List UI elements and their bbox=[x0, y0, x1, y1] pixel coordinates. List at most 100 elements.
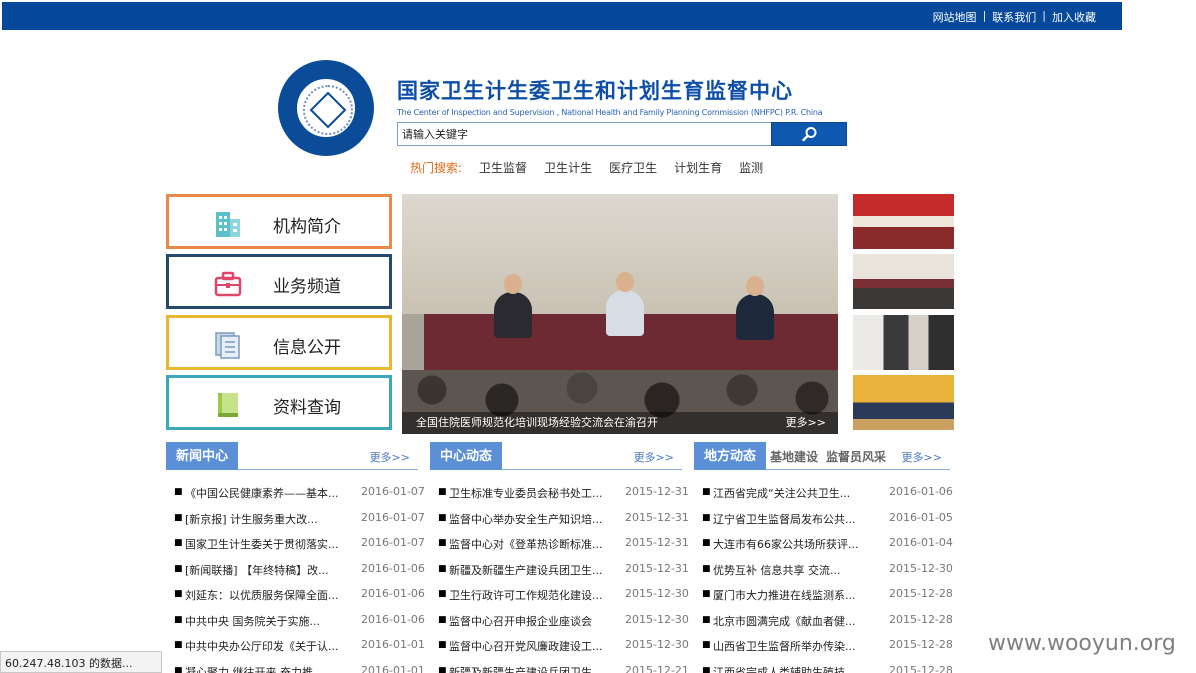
news-item[interactable]: ■ 新疆及新疆生产建设兵团卫生... 2015-12-21 bbox=[430, 661, 689, 673]
hot-keyword[interactable]: 卫生监督 bbox=[479, 159, 527, 176]
news-item[interactable]: ■ 厦门市大力推进在线监测系... 2015-12-28 bbox=[694, 584, 953, 610]
news-title: 大连市有66家公共场所获评... bbox=[713, 538, 859, 551]
news-item[interactable]: ■ 国家卫生计生委关于贯彻落实... 2016-01-07 bbox=[166, 533, 425, 559]
slide-caption[interactable]: 全国住院医师规范化培训现场经验交流会在渝召开 bbox=[416, 414, 658, 430]
news-item[interactable]: ■ 监督中心召开申报企业座谈会 2015-12-30 bbox=[430, 610, 689, 636]
news-item[interactable]: ■ 监督中心对《登革热诊断标准... 2015-12-31 bbox=[430, 533, 689, 559]
book-icon bbox=[218, 393, 238, 417]
slide-thumbnail[interactable] bbox=[853, 315, 954, 370]
news-item[interactable]: ■ 监督中心举办安全生产知识培... 2015-12-31 bbox=[430, 508, 689, 534]
news-date: 2016-01-07 bbox=[361, 510, 425, 524]
news-title: 卫生行政许可工作规范化建设... bbox=[449, 589, 603, 602]
bullet-icon: ■ bbox=[438, 563, 447, 574]
bullet-icon: ■ bbox=[438, 665, 447, 673]
news-date: 2016-01-06 bbox=[361, 587, 425, 600]
briefcase-icon bbox=[214, 271, 242, 297]
news-date: 2015-12-28 bbox=[889, 638, 953, 651]
slide-thumbnail[interactable] bbox=[853, 254, 954, 309]
tab-news-center[interactable]: 新闻中心 bbox=[166, 442, 239, 470]
news-item[interactable]: ■ 中共中央 国务院关于实施... 2016-01-06 bbox=[166, 610, 425, 636]
news-item[interactable]: ■ 辽宁省卫生监督局发布公共... 2016-01-05 bbox=[694, 508, 953, 534]
news-title: 中共中央 国务院关于实施... bbox=[185, 614, 320, 628]
news-title: 北京市圆满完成《献血者健... bbox=[713, 614, 856, 628]
site-title: 国家卫生计生委卫生和计划生育监督中心 bbox=[397, 79, 793, 103]
news-item[interactable]: ■ [新闻联播] 【年终特稿】改... 2016-01-06 bbox=[166, 559, 425, 585]
bullet-icon: ■ bbox=[702, 563, 711, 574]
news-title: 《中国公民健康素养——基本... bbox=[185, 487, 339, 500]
news-item[interactable]: ■ 山西省卫生监督所举办传染... 2015-12-28 bbox=[694, 635, 953, 661]
more-link[interactable]: 更多>> bbox=[370, 449, 410, 465]
hot-keyword[interactable]: 医疗卫生 bbox=[609, 159, 657, 176]
news-item[interactable]: ■ 凝心聚力 继往开来 奋力推... 2016-01-01 bbox=[166, 661, 425, 673]
news-date: 2016-01-04 bbox=[889, 536, 953, 549]
news-title: 新疆及新疆生产建设兵团卫生... bbox=[449, 563, 603, 577]
nav-box-query[interactable]: 资料查询 bbox=[166, 375, 392, 430]
bullet-icon: ■ bbox=[438, 589, 447, 599]
news-date: 2015-12-21 bbox=[625, 663, 689, 673]
hot-keyword[interactable]: 计划生育 bbox=[674, 159, 722, 176]
news-item[interactable]: ■ 监督中心召开党风廉政建设工... 2015-12-30 bbox=[430, 635, 689, 661]
news-item[interactable]: ■ 新疆及新疆生产建设兵团卫生... 2015-12-31 bbox=[430, 559, 689, 585]
bullet-icon: ■ bbox=[702, 487, 711, 497]
news-item[interactable]: ■ 江西省完成“关注公共卫生... 2016-01-06 bbox=[694, 482, 953, 508]
slide-photo-person bbox=[606, 290, 644, 336]
bullet-icon: ■ bbox=[174, 589, 183, 599]
slide-photo-person bbox=[736, 294, 774, 340]
tab-local-news[interactable]: 地方动态 bbox=[694, 442, 767, 470]
section-header: 新闻中心 更多>> bbox=[166, 442, 418, 470]
sitemap-link[interactable]: 网站地图 bbox=[933, 9, 977, 25]
news-list: ■ 《中国公民健康素养——基本... 2016-01-07 ■ [新京报] 计生服务重… bbox=[166, 482, 425, 673]
nav-box-label: 业务频道 bbox=[273, 277, 341, 297]
tab-inspector-profiles[interactable]: 监督员风采 bbox=[826, 448, 886, 465]
search-button[interactable] bbox=[771, 122, 847, 146]
contact-link[interactable]: 联系我们 bbox=[992, 9, 1036, 25]
news-date: 2015-12-28 bbox=[889, 612, 953, 626]
bullet-icon: ■ bbox=[702, 589, 711, 599]
nhfpc-emblem-logo[interactable] bbox=[278, 60, 374, 156]
news-title: 优势互补 信息共享 交流... bbox=[713, 563, 841, 577]
news-list: ■ 江西省完成“关注公共卫生... 2016-01-06 ■ 辽宁省卫生监督局发布公共… bbox=[694, 482, 953, 673]
nav-box-label: 资料查询 bbox=[273, 398, 341, 418]
tab-center-news[interactable]: 中心动态 bbox=[430, 442, 503, 470]
news-item[interactable]: ■ 《中国公民健康素养——基本... 2016-01-07 bbox=[166, 482, 425, 508]
bullet-icon: ■ bbox=[174, 538, 183, 548]
news-item[interactable]: ■ [新京报] 计生服务重大改... 2016-01-07 bbox=[166, 508, 425, 534]
news-item[interactable]: ■ 刘延东：以优质服务保障全面... 2016-01-06 bbox=[166, 584, 425, 610]
slide-thumbnail[interactable] bbox=[853, 375, 954, 430]
tab-base-construction[interactable]: 基地建设 bbox=[770, 448, 818, 465]
news-date: 2015-12-28 bbox=[889, 587, 953, 600]
news-date: 2016-01-01 bbox=[361, 663, 425, 673]
news-item[interactable]: ■ 大连市有66家公共场所获评... 2016-01-04 bbox=[694, 533, 953, 559]
watermark: www.wooyun.org bbox=[988, 631, 1176, 656]
section-header: 地方动态 基地建设 监督员风采 更多>> bbox=[694, 442, 950, 470]
building-icon bbox=[216, 212, 240, 237]
nav-box-about[interactable]: 机构简介 bbox=[166, 194, 392, 249]
news-item[interactable]: ■ 江西省完成人类辅助生殖技... 2015-12-28 bbox=[694, 661, 953, 673]
news-date: 2015-12-31 bbox=[625, 485, 689, 498]
more-link[interactable]: 更多>> bbox=[902, 449, 942, 465]
hot-keyword[interactable]: 监测 bbox=[739, 159, 763, 176]
slide-more-link[interactable]: 更多>> bbox=[786, 414, 826, 430]
bookmark-link[interactable]: 加入收藏 bbox=[1052, 9, 1096, 25]
news-title: [新京报] 计生服务重大改... bbox=[185, 512, 318, 526]
bullet-icon: ■ bbox=[438, 538, 447, 548]
slideshow[interactable]: 全国住院医师规范化培训现场经验交流会在渝召开 更多>> bbox=[402, 194, 838, 434]
news-title: 刘延东：以优质服务保障全面... bbox=[185, 589, 339, 602]
news-item[interactable]: ■ 卫生标准专业委员会秘书处工... 2015-12-31 bbox=[430, 482, 689, 508]
nav-box-business[interactable]: 业务频道 bbox=[166, 254, 392, 309]
bullet-icon: ■ bbox=[174, 640, 183, 650]
news-title: 监督中心召开申报企业座谈会 bbox=[449, 614, 592, 628]
news-item[interactable]: ■ 中共中央办公厅印发《关于认... 2016-01-01 bbox=[166, 635, 425, 661]
news-title: 新疆及新疆生产建设兵团卫生... bbox=[449, 665, 603, 673]
news-date: 2016-01-06 bbox=[361, 612, 425, 626]
more-link[interactable]: 更多>> bbox=[634, 449, 674, 465]
news-item[interactable]: ■ 卫生行政许可工作规范化建设... 2015-12-30 bbox=[430, 584, 689, 610]
news-item[interactable]: ■ 北京市圆满完成《献血者健... 2015-12-28 bbox=[694, 610, 953, 636]
nav-box-disclosure[interactable]: 信息公开 bbox=[166, 315, 392, 370]
news-item[interactable]: ■ 优势互补 信息共享 交流... 2015-12-30 bbox=[694, 559, 953, 585]
search-input[interactable] bbox=[397, 122, 772, 146]
bullet-icon: ■ bbox=[702, 640, 711, 650]
slide-thumbnail[interactable] bbox=[853, 194, 954, 249]
hot-keyword[interactable]: 卫生计生 bbox=[544, 159, 592, 176]
bullet-icon: ■ bbox=[174, 563, 183, 574]
